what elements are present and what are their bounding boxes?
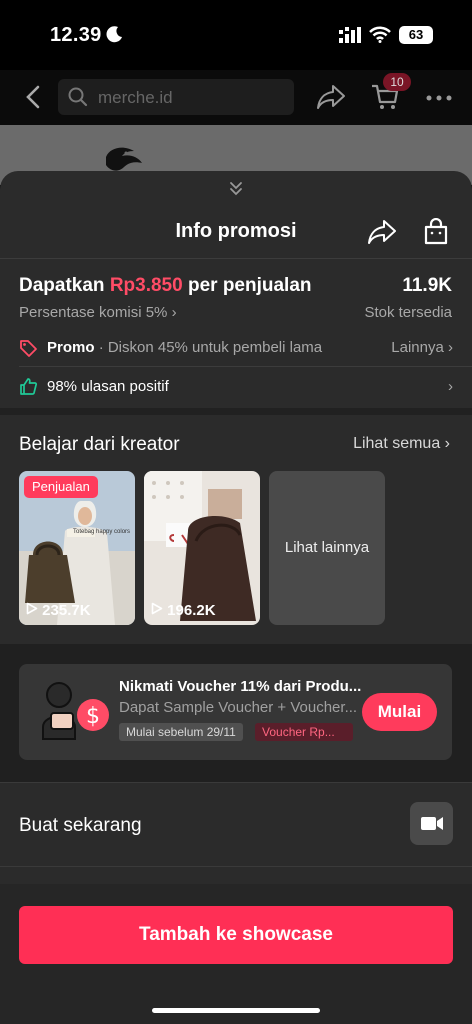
start-button[interactable]: Mulai — [362, 693, 437, 731]
signal-icon — [339, 27, 361, 43]
sales-badge: Penjualan — [24, 476, 98, 498]
divider — [0, 866, 472, 867]
section-divider — [0, 408, 472, 415]
play-icon — [26, 602, 38, 615]
voucher-amount-tag: Voucher Rp... — [255, 723, 353, 741]
earning-per-sale: Dapatkan Rp3.850 per penjualan — [19, 275, 312, 296]
record-video-button[interactable] — [410, 802, 453, 845]
voucher-card[interactable]: $ Nikmati Voucher 11% dari Produ... Dapa… — [19, 664, 452, 760]
stock-value: 11.9K — [402, 275, 452, 296]
sheet-title: Info promosi — [175, 220, 297, 242]
battery-indicator: 63 — [399, 26, 433, 44]
video-camera-icon — [421, 817, 443, 830]
app-header: merche.id 10 — [0, 70, 472, 125]
video-view-count: 196.2K — [151, 602, 216, 619]
share-icon[interactable] — [316, 83, 346, 111]
divider — [0, 258, 472, 259]
home-indicator — [152, 1008, 320, 1013]
see-more-card[interactable]: Lihat lainnya — [269, 471, 385, 625]
create-now-label: Buat sekarang — [19, 815, 142, 836]
promo-more-link[interactable]: Lainnya › — [391, 339, 453, 356]
thumbs-up-icon — [20, 378, 38, 395]
stock-label: Stok tersedia — [364, 304, 452, 321]
svg-text:$: $ — [86, 704, 100, 729]
video-caption: Totebag happy colors — [73, 529, 131, 535]
moon-icon — [106, 26, 122, 43]
back-arrow-icon[interactable] — [22, 84, 44, 110]
commission-link[interactable]: Persentase komisi 5% › — [19, 304, 177, 321]
voucher-illustration-icon: $ — [42, 682, 109, 740]
shop-bag-icon[interactable] — [423, 218, 449, 246]
collapse-chevron-icon[interactable] — [228, 180, 244, 196]
more-icon[interactable] — [426, 95, 452, 101]
search-icon — [68, 87, 88, 107]
status-time: 12.39 — [50, 24, 102, 46]
creators-section-title: Belajar dari kreator — [19, 434, 180, 455]
voucher-title: Nikmati Voucher 11% dari Produ... — [119, 678, 362, 695]
add-to-showcase-button[interactable]: Tambah ke showcase — [19, 906, 453, 964]
see-all-link[interactable]: Lihat semua › — [353, 435, 450, 453]
tag-icon — [20, 340, 37, 357]
voucher-subtitle: Dapat Sample Voucher + Voucher... — [119, 699, 358, 716]
cart-count-badge: 10 — [383, 73, 411, 91]
divider — [19, 366, 472, 367]
see-more-label: Lihat lainnya — [284, 539, 370, 556]
video-view-count: 235.7K — [26, 602, 91, 619]
wifi-icon — [369, 26, 391, 43]
search-bar[interactable]: merche.id — [58, 79, 294, 115]
creator-video-card[interactable]: 196.2K — [144, 471, 260, 625]
play-icon — [151, 602, 163, 615]
share-icon[interactable] — [367, 219, 397, 245]
search-input[interactable]: merche.id — [98, 88, 173, 108]
status-bar: 12.39 63 — [0, 0, 472, 70]
voucher-deadline-tag: Mulai sebelum 29/11 — [119, 723, 243, 741]
creator-video-card[interactable]: Penjualan Totebag happy colors 235.7K — [19, 471, 135, 625]
